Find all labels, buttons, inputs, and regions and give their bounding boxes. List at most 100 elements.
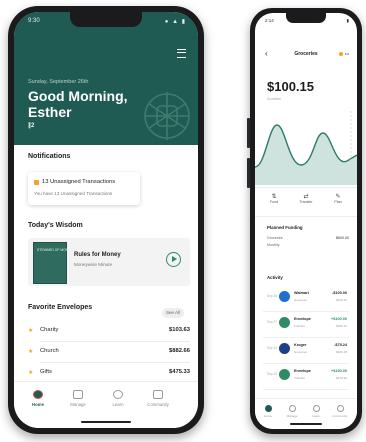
activity-title: Activity bbox=[267, 275, 283, 280]
book-cover-text: STEWARD OF MONEY IS bbox=[37, 248, 77, 252]
decorative-knot-icon bbox=[144, 92, 190, 140]
transaction-row[interactable]: Sep 27 Envelope Transfer +$100.00 $200.1… bbox=[263, 311, 349, 338]
tab-bar: Home Manage Learn Community bbox=[255, 398, 357, 429]
plan-button[interactable]: ✎ Plan bbox=[323, 193, 353, 204]
running-balance: $175.39 bbox=[336, 376, 347, 380]
funding-label: Groceries bbox=[267, 236, 283, 240]
notification-title: 13 Unassigned Transactions bbox=[42, 179, 116, 185]
tab-community[interactable]: Community bbox=[331, 405, 349, 418]
tab-label: Home bbox=[32, 402, 44, 407]
envelope-amount: $882.66 bbox=[169, 348, 190, 354]
notification-card[interactable]: 13 Unassigned Transactions You have 13 U… bbox=[28, 172, 140, 205]
volume-button bbox=[247, 158, 250, 188]
merchant-name: Kroger bbox=[294, 343, 307, 347]
status-icons: ● ▲ ▮ bbox=[164, 19, 186, 25]
wisdom-item-subtitle: Moneywise Minute bbox=[74, 262, 113, 267]
compass-icon bbox=[113, 390, 123, 399]
chat-icon bbox=[153, 390, 163, 399]
envelope-row[interactable]: ★ Church $882.66 bbox=[28, 345, 190, 363]
tab-manage[interactable]: Manage bbox=[60, 390, 96, 407]
envelope-name: Church bbox=[40, 348, 59, 354]
chat-icon bbox=[336, 405, 344, 412]
envelope-logo-icon bbox=[279, 317, 290, 328]
status-time: 9:30 bbox=[28, 18, 40, 24]
transaction-amount: -$75.24 bbox=[334, 343, 347, 347]
tab-community[interactable]: Community bbox=[140, 390, 176, 407]
tab-label: Learn bbox=[112, 402, 124, 407]
nav-header: ‹ Groceries ••• bbox=[255, 49, 357, 61]
tab-home[interactable]: Home bbox=[20, 390, 56, 407]
envelope-name: Charity bbox=[40, 327, 59, 333]
action-bar: ⇅ Fund ⇄ Transfer ✎ Plan bbox=[255, 187, 357, 217]
transfer-button[interactable]: ⇄ Transfer bbox=[291, 193, 321, 204]
running-balance: $200.15 bbox=[336, 324, 347, 328]
wisdom-title: Today's Wisdom bbox=[28, 222, 83, 229]
envelope-name: Gifts bbox=[40, 369, 52, 375]
merchant-logo-icon bbox=[279, 343, 290, 354]
transaction-row[interactable]: Sep 22 Envelope Transfer +$150.00 $175.3… bbox=[263, 363, 349, 390]
status-time: 2:14 bbox=[265, 18, 274, 23]
balance-label: Available bbox=[267, 97, 282, 101]
row-divider bbox=[40, 341, 190, 342]
star-icon: ★ bbox=[28, 349, 34, 355]
tab-learn[interactable]: Learn bbox=[100, 390, 136, 407]
transaction-row[interactable]: Sep 24 Kroger Groceries -$75.24 $100.15 bbox=[263, 337, 349, 364]
tab-label: Manage bbox=[70, 402, 86, 407]
transaction-date: Sep 22 bbox=[267, 372, 278, 376]
household-badge: ∥2 bbox=[28, 123, 35, 129]
volume-button bbox=[247, 118, 250, 148]
planned-funding-sub-row: Monthly bbox=[267, 243, 349, 253]
home-indicator bbox=[81, 421, 131, 423]
more-menu[interactable]: ••• bbox=[338, 51, 349, 56]
menu-icon[interactable] bbox=[177, 49, 186, 58]
star-icon: ★ bbox=[28, 328, 34, 334]
running-balance: $100.15 bbox=[336, 298, 347, 302]
envelope-amount: $103.63 bbox=[169, 327, 190, 333]
alert-icon bbox=[34, 180, 39, 185]
play-button[interactable] bbox=[166, 252, 181, 267]
transaction-category: Transfer bbox=[294, 376, 306, 380]
planned-funding-title: Planned Funding bbox=[267, 225, 303, 230]
more-icon: ••• bbox=[344, 51, 349, 56]
merchant-name: Envelope bbox=[294, 369, 311, 373]
compass-icon bbox=[312, 405, 320, 412]
notification-subtitle: You have 13 Unassigned Transactions bbox=[34, 191, 113, 196]
greeting-title: Good Morning, Esther bbox=[28, 88, 128, 120]
book-cover-image: STEWARD OF MONEY IS bbox=[33, 242, 77, 284]
merchant-logo-icon bbox=[279, 291, 290, 302]
home-indicator bbox=[290, 423, 322, 425]
see-all-button[interactable]: See All bbox=[162, 308, 184, 318]
envelope-detail-screen: 2:14 ▮ ‹ Groceries ••• $100.15 Available… bbox=[255, 13, 357, 429]
wallet-icon bbox=[288, 405, 296, 412]
wisdom-item-title: Rules for Money bbox=[74, 252, 121, 258]
tab-home[interactable]: Home bbox=[259, 405, 277, 418]
transaction-date: Sep 28 bbox=[267, 294, 278, 298]
funding-value: $600.00 bbox=[336, 236, 349, 240]
transaction-category: Groceries bbox=[294, 350, 308, 354]
merchant-name: Envelope bbox=[294, 317, 311, 321]
action-label: Fund bbox=[269, 200, 279, 204]
envelope-row[interactable]: ★ Charity $103.63 bbox=[28, 324, 190, 342]
transaction-row[interactable]: Sep 28 Walmart Groceries -$100.00 $100.1… bbox=[263, 285, 349, 312]
tab-learn[interactable]: Learn bbox=[307, 405, 325, 418]
balance-amount: $100.15 bbox=[267, 79, 314, 94]
notifications-title: Notifications bbox=[28, 153, 71, 160]
star-icon: ★ bbox=[28, 370, 34, 376]
fund-button[interactable]: ⇅ Fund bbox=[259, 193, 289, 204]
home-icon bbox=[264, 405, 272, 412]
fund-icon: ⇅ bbox=[271, 194, 277, 200]
balance-trend-chart bbox=[255, 111, 357, 185]
running-balance: $100.15 bbox=[336, 350, 347, 354]
transfer-icon: ⇄ bbox=[303, 194, 309, 200]
favorite-envelopes-title: Favorite Envelopes bbox=[28, 304, 93, 311]
left-phone: 9:30 ● ▲ ▮ Sunday, September 26th Good M… bbox=[8, 6, 204, 434]
pencil-icon: ✎ bbox=[335, 194, 341, 200]
tab-label: Community bbox=[332, 414, 348, 418]
wisdom-card[interactable]: STEWARD OF MONEY IS Rules for Money Mone… bbox=[28, 238, 190, 286]
row-divider bbox=[40, 362, 190, 363]
right-phone: 2:14 ▮ ‹ Groceries ••• $100.15 Available… bbox=[247, 8, 362, 434]
merchant-name: Walmart bbox=[294, 291, 309, 295]
tab-manage[interactable]: Manage bbox=[283, 405, 301, 418]
transaction-amount: +$100.00 bbox=[331, 317, 347, 321]
phone-notch bbox=[70, 12, 142, 27]
